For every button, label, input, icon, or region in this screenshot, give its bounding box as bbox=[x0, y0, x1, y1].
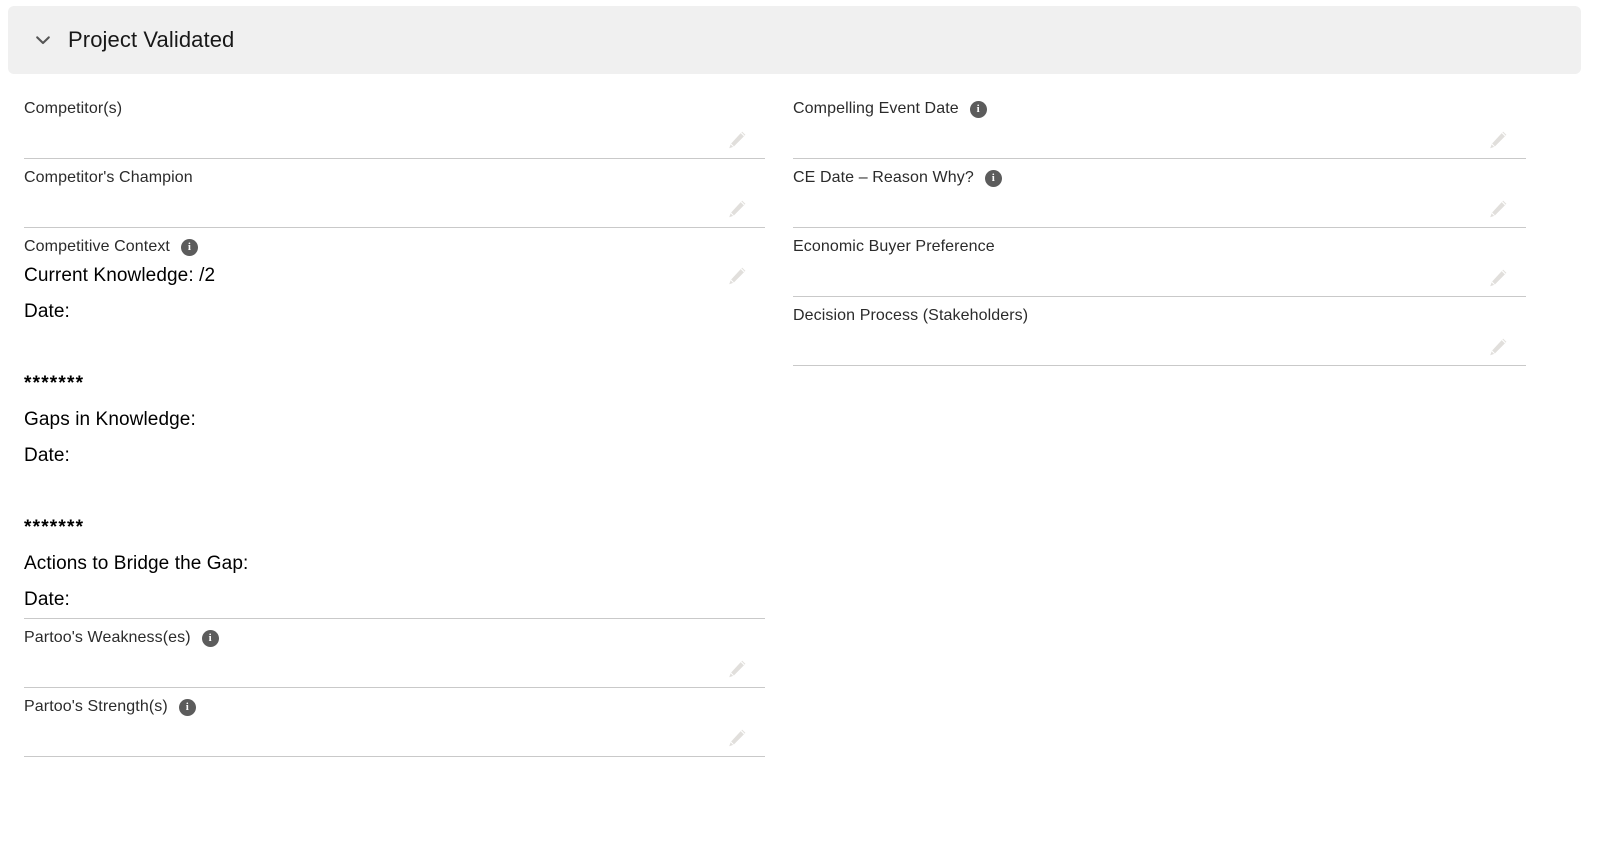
pencil-icon[interactable] bbox=[725, 657, 749, 681]
field-row: Compelling Event Date i bbox=[793, 92, 1526, 159]
info-icon[interactable]: i bbox=[984, 169, 1002, 187]
field-label: Compelling Event Date i bbox=[793, 98, 1526, 120]
field-label: Partoo's Strength(s) i bbox=[24, 696, 765, 718]
field-label-text: Competitor(s) bbox=[24, 100, 123, 117]
field-row: Competitor's Champion bbox=[24, 159, 765, 228]
field-row: Economic Buyer Preference bbox=[793, 228, 1526, 297]
field-body bbox=[793, 258, 1526, 296]
pencil-icon[interactable] bbox=[1486, 335, 1510, 359]
field-value bbox=[24, 649, 705, 679]
field-row: CE Date – Reason Why? i bbox=[793, 159, 1526, 228]
field-label: Decision Process (Stakeholders) bbox=[793, 305, 1526, 327]
field-row: Partoo's Strength(s) i bbox=[24, 688, 765, 757]
field-label-text: Partoo's Weakness(es) bbox=[24, 629, 191, 646]
field-value bbox=[24, 120, 705, 150]
pencil-icon[interactable] bbox=[725, 197, 749, 221]
field-label: Economic Buyer Preference bbox=[793, 236, 1526, 258]
field-row: Decision Process (Stakeholders) bbox=[793, 297, 1526, 366]
info-icon[interactable]: i bbox=[969, 100, 987, 118]
chevron-down-icon[interactable] bbox=[30, 27, 56, 53]
field-label-text: Compelling Event Date bbox=[793, 100, 959, 117]
info-icon[interactable]: i bbox=[178, 698, 196, 716]
field-body bbox=[793, 120, 1526, 158]
field-label: CE Date – Reason Why? i bbox=[793, 167, 1526, 189]
field-label-text: CE Date – Reason Why? bbox=[793, 169, 974, 186]
field-label-text: Partoo's Strength(s) bbox=[24, 698, 168, 715]
field-row: Partoo's Weakness(es) i bbox=[24, 619, 765, 688]
field-body bbox=[24, 189, 765, 227]
info-icon[interactable]: i bbox=[201, 629, 219, 647]
section-header-project-validated[interactable]: Project Validated bbox=[8, 6, 1581, 74]
field-label: Competitor's Champion bbox=[24, 167, 765, 189]
field-label-text: Competitive Context bbox=[24, 238, 170, 255]
pencil-icon[interactable] bbox=[725, 264, 749, 288]
right-column: Compelling Event Date i CE Date – Reason W… bbox=[793, 92, 1526, 366]
field-value bbox=[793, 120, 1466, 150]
info-icon[interactable]: i bbox=[180, 238, 198, 256]
field-body bbox=[24, 120, 765, 158]
pencil-icon[interactable] bbox=[725, 128, 749, 152]
field-body: Current Knowledge: /2 Date: ******* Gaps in… bbox=[24, 258, 765, 618]
left-column: Competitor(s) Competitor's Champion Compet… bbox=[24, 92, 765, 757]
field-value bbox=[793, 327, 1466, 357]
pencil-icon[interactable] bbox=[1486, 128, 1510, 152]
record-detail-panel: Project Validated Competitor(s) Competito… bbox=[0, 0, 1600, 858]
field-value bbox=[793, 258, 1466, 288]
field-label: Competitive Context i bbox=[24, 236, 765, 258]
field-value bbox=[24, 189, 705, 219]
page-title: Project Validated bbox=[68, 27, 235, 52]
field-value: Current Knowledge: /2 Date: ******* Gaps in… bbox=[24, 265, 249, 610]
field-label: Competitor(s) bbox=[24, 98, 765, 120]
field-row: Competitor(s) bbox=[24, 92, 765, 159]
field-row: Competitive Context i Current Knowledge: /… bbox=[24, 228, 765, 619]
field-body bbox=[24, 718, 765, 756]
field-body bbox=[24, 649, 765, 687]
field-label-text: Decision Process (Stakeholders) bbox=[793, 307, 1029, 324]
pencil-icon[interactable] bbox=[1486, 197, 1510, 221]
field-label: Partoo's Weakness(es) i bbox=[24, 627, 765, 649]
field-body bbox=[793, 189, 1526, 227]
field-value bbox=[793, 189, 1466, 219]
field-body bbox=[793, 327, 1526, 365]
field-value bbox=[24, 718, 705, 748]
field-label-text: Economic Buyer Preference bbox=[793, 238, 995, 255]
pencil-icon[interactable] bbox=[1486, 266, 1510, 290]
pencil-icon[interactable] bbox=[725, 726, 749, 750]
field-label-text: Competitor's Champion bbox=[24, 169, 193, 186]
